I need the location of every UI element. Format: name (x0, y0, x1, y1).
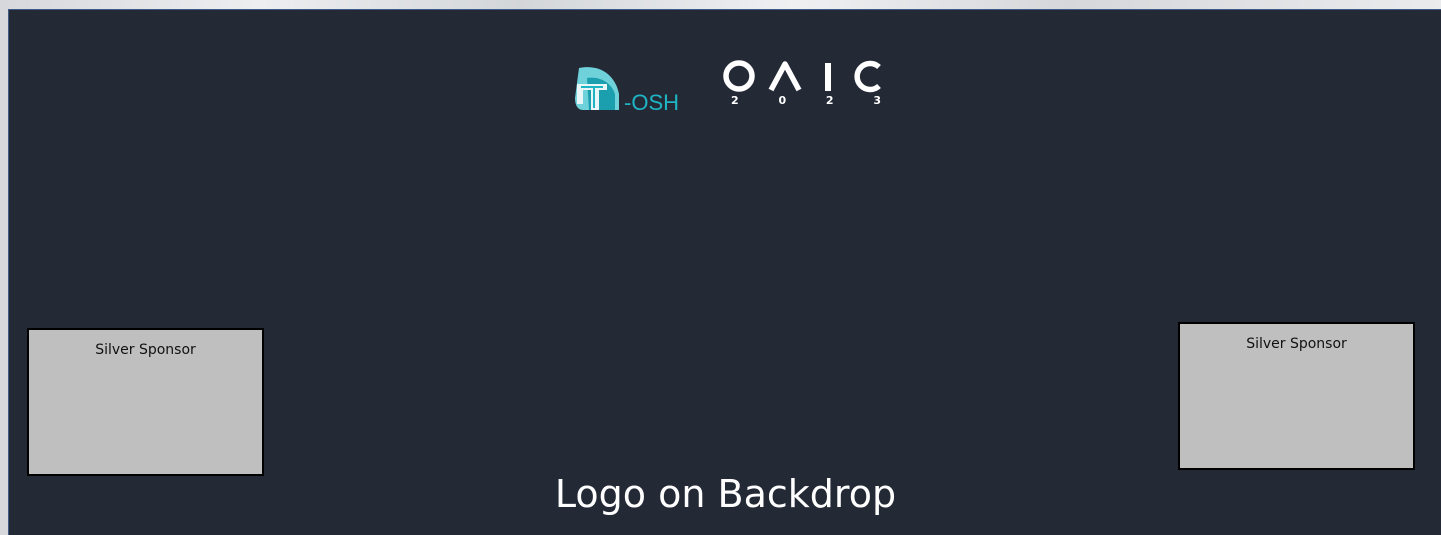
year-digit: 3 (873, 94, 881, 107)
year-digit: 0 (778, 94, 787, 107)
oaic-2023-logo: 2 0 2 3 (719, 58, 899, 128)
backdrop-panel: -OSH 2 0 2 3 Silver Sponsor Silver Spons… (8, 9, 1441, 535)
tosh-wordmark: -OSH (624, 90, 679, 115)
year-digit: 2 (825, 94, 834, 107)
backdrop-caption: Logo on Backdrop (554, 472, 897, 516)
tosh-mark-icon (575, 67, 619, 110)
sponsor-label: Silver Sponsor (1246, 336, 1347, 352)
silver-sponsor-box-right: Silver Sponsor (1178, 322, 1415, 470)
tosh-logo: -OSH (569, 64, 699, 115)
logo-row: -OSH 2 0 2 3 (569, 58, 899, 130)
oaic-year: 2 0 2 3 (731, 94, 881, 107)
silver-sponsor-box-left: Silver Sponsor (27, 328, 264, 476)
year-digit: 2 (731, 94, 739, 107)
sponsor-label: Silver Sponsor (95, 342, 196, 358)
